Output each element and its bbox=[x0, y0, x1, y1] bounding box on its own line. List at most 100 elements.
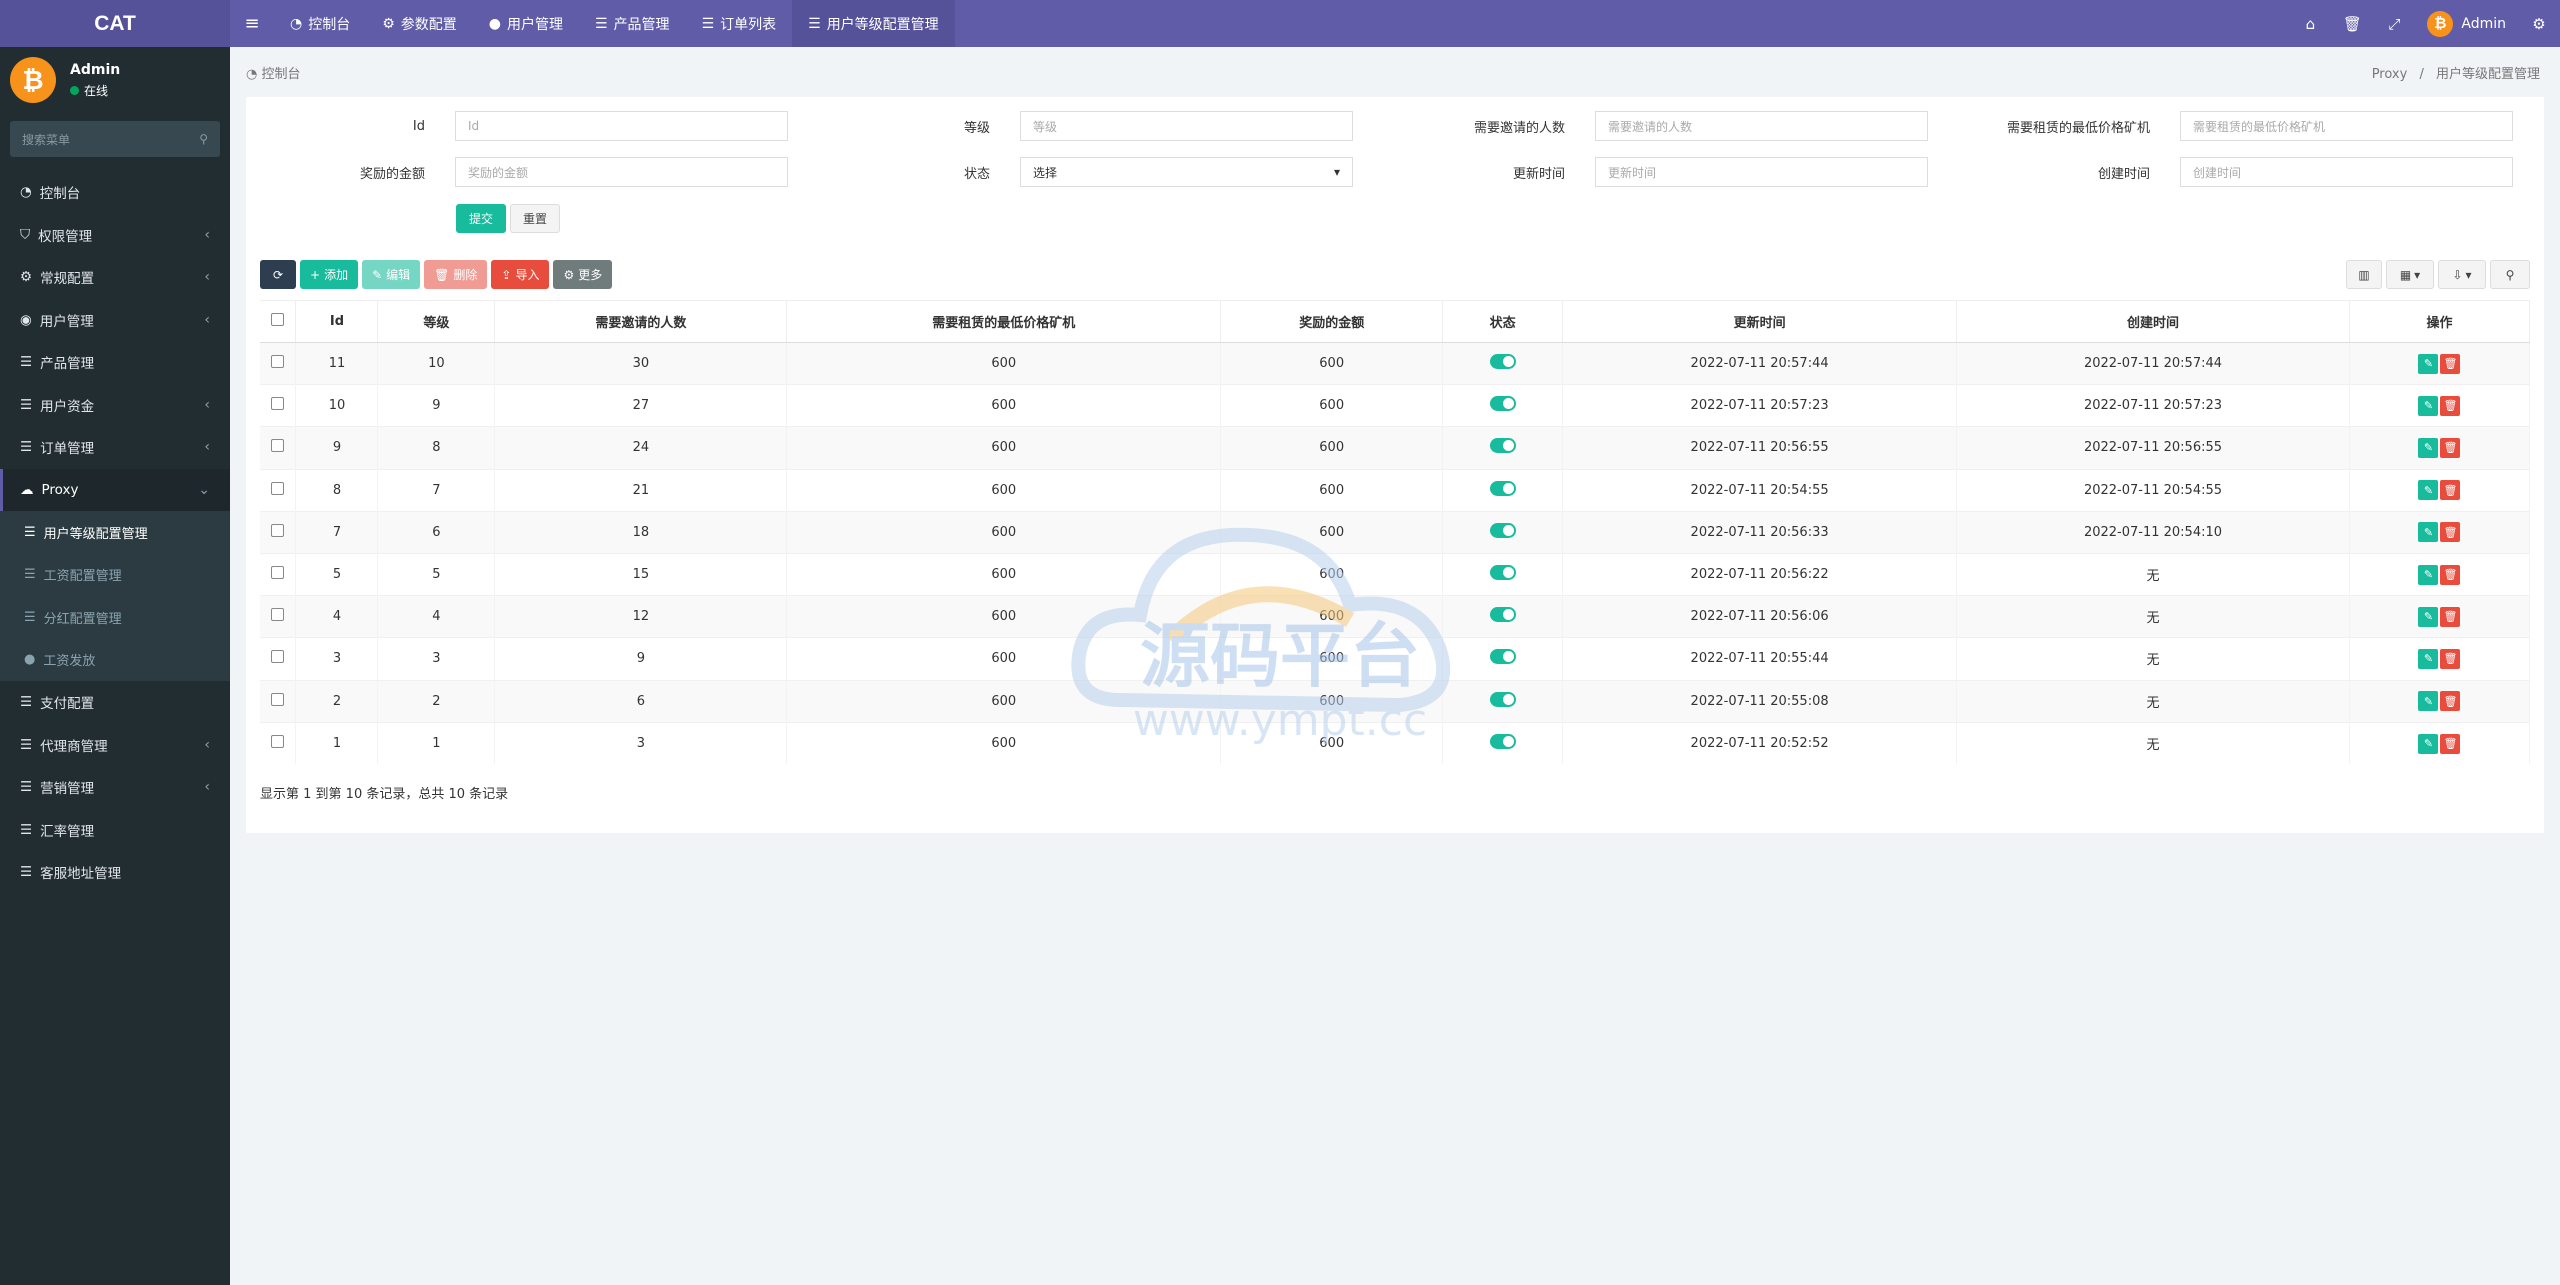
machine-input[interactable]: 需要租赁的最低价格矿机 bbox=[2180, 111, 2513, 141]
invite-input[interactable]: 需要邀请的人数 bbox=[1595, 111, 1928, 141]
status-toggle[interactable] bbox=[1489, 734, 1516, 750]
col-id[interactable]: Id bbox=[295, 300, 379, 343]
refresh-button[interactable]: ⟳ bbox=[260, 260, 296, 289]
sidebar-item-orders[interactable]: ☰ 订单管理 ‹ bbox=[0, 426, 230, 469]
col-reward[interactable]: 奖励的金额 bbox=[1220, 300, 1444, 343]
level-input[interactable]: 等级 bbox=[1020, 111, 1353, 141]
sidebar-item-dividend-config[interactable]: ☰ 分红配置管理 bbox=[0, 596, 230, 639]
sidebar-item-salary-payout[interactable]: ● 工资发放 bbox=[0, 639, 230, 682]
reset-button[interactable]: 重置 bbox=[510, 204, 560, 233]
sidebar-item-marketing[interactable]: ☰ 营销管理 ‹ bbox=[0, 766, 230, 809]
breadcrumb-proxy[interactable]: Proxy bbox=[2372, 67, 2408, 82]
menu-toggle-icon[interactable]: ≡ bbox=[230, 0, 274, 47]
status-toggle[interactable] bbox=[1489, 438, 1516, 454]
table-row[interactable]: 3 3 9 600 600 2022-07-11 20:55:44 无 ✎ 🗑 bbox=[260, 637, 2531, 680]
home-icon[interactable]: ⌂ bbox=[2289, 15, 2331, 33]
sidebar-item-user-level-config[interactable]: ☰ 用户等级配置管理 bbox=[0, 511, 230, 554]
row-checkbox[interactable] bbox=[271, 523, 285, 537]
row-checkbox[interactable] bbox=[271, 692, 285, 706]
created-time-input[interactable]: 创建时间 bbox=[2180, 157, 2513, 187]
tab-orders[interactable]: ☰ 订单列表 bbox=[686, 0, 793, 47]
sidebar-item-products[interactable]: ☰ 产品管理 bbox=[0, 341, 230, 384]
table-row[interactable]: 7 6 18 600 600 2022-07-11 20:56:33 2022-07-11 … bbox=[260, 510, 2531, 554]
row-edit-button[interactable]: ✎ bbox=[2418, 564, 2439, 585]
row-checkbox[interactable] bbox=[271, 439, 285, 453]
sidebar-item-payment[interactable]: ☰ 支付配置 bbox=[0, 681, 230, 724]
status-toggle[interactable] bbox=[1489, 396, 1516, 412]
row-checkbox[interactable] bbox=[271, 355, 285, 369]
sidebar-item-proxy[interactable]: ☁ Proxy ⌄ bbox=[0, 468, 230, 511]
row-checkbox[interactable] bbox=[271, 735, 285, 749]
row-delete-button[interactable]: 🗑 bbox=[2440, 395, 2461, 416]
row-delete-button[interactable]: 🗑 bbox=[2440, 606, 2461, 627]
row-edit-button[interactable]: ✎ bbox=[2418, 395, 2439, 416]
row-edit-button[interactable]: ✎ bbox=[2418, 437, 2439, 458]
sidebar-item-support-address[interactable]: ☰ 客服地址管理 bbox=[0, 851, 230, 894]
more-button[interactable]: ⚙ 更多 bbox=[553, 260, 613, 289]
brand-logo[interactable]: CAT bbox=[0, 0, 230, 47]
col-machine[interactable]: 需要租赁的最低价格矿机 bbox=[786, 300, 1222, 343]
trash-icon[interactable]: 🗑 bbox=[2331, 15, 2373, 33]
status-toggle[interactable] bbox=[1489, 607, 1516, 623]
col-invite[interactable]: 需要邀请的人数 bbox=[494, 300, 788, 343]
sidebar-item-users[interactable]: ◉ 用户管理 ‹ bbox=[0, 299, 230, 342]
row-checkbox[interactable] bbox=[271, 608, 285, 622]
fullscreen-icon[interactable]: ⤢ bbox=[2373, 15, 2415, 33]
table-row[interactable]: 5 5 15 600 600 2022-07-11 20:56:22 无 ✎ 🗑 bbox=[260, 552, 2531, 596]
submit-button[interactable]: 提交 bbox=[456, 204, 506, 233]
status-toggle[interactable] bbox=[1489, 480, 1516, 496]
row-edit-button[interactable]: ✎ bbox=[2418, 353, 2439, 374]
id-input[interactable]: Id bbox=[455, 111, 788, 141]
status-toggle[interactable] bbox=[1489, 565, 1516, 581]
table-row[interactable]: 4 4 12 600 600 2022-07-11 20:56:06 无 ✎ 🗑 bbox=[260, 595, 2531, 638]
row-delete-button[interactable]: 🗑 bbox=[2440, 648, 2461, 669]
gears-icon[interactable]: ⚙ bbox=[2518, 15, 2560, 33]
row-delete-button[interactable]: 🗑 bbox=[2440, 480, 2461, 501]
status-toggle[interactable] bbox=[1489, 649, 1516, 665]
user-menu[interactable]: ₿ Admin bbox=[2415, 10, 2518, 37]
sidebar-item-salary-config[interactable]: ☰ 工资配置管理 bbox=[0, 554, 230, 597]
status-select[interactable]: 选择 ▾ bbox=[1020, 157, 1353, 187]
breadcrumb-left[interactable]: ◔ 控制台 bbox=[246, 63, 301, 82]
row-edit-button[interactable]: ✎ bbox=[2418, 733, 2439, 754]
row-checkbox[interactable] bbox=[271, 566, 285, 580]
row-delete-button[interactable]: 🗑 bbox=[2440, 437, 2461, 458]
updated-time-input[interactable]: 更新时间 bbox=[1595, 157, 1928, 187]
sidebar-search-input[interactable]: 搜索菜单 ⚲ bbox=[10, 121, 220, 157]
row-checkbox[interactable] bbox=[271, 397, 285, 411]
table-row[interactable]: 2 2 6 600 600 2022-07-11 20:55:08 无 ✎ 🗑 bbox=[260, 679, 2531, 723]
sidebar-item-exchange-rate[interactable]: ☰ 汇率管理 bbox=[0, 809, 230, 852]
table-row[interactable]: 11 10 30 600 600 2022-07-11 20:57:44 2022-07-1… bbox=[260, 341, 2531, 385]
row-delete-button[interactable]: 🗑 bbox=[2440, 522, 2461, 543]
search-toggle-button[interactable]: ⚲ bbox=[2490, 260, 2530, 289]
sidebar-item-dashboard[interactable]: ◔ 控制台 bbox=[0, 171, 230, 214]
search-icon[interactable]: ⚲ bbox=[199, 132, 208, 146]
row-edit-button[interactable]: ✎ bbox=[2418, 691, 2439, 712]
col-status[interactable]: 状态 bbox=[1442, 300, 1564, 343]
import-button[interactable]: ⇪ 导入 bbox=[491, 260, 550, 289]
col-updated[interactable]: 更新时间 bbox=[1562, 300, 1958, 343]
row-edit-button[interactable]: ✎ bbox=[2418, 480, 2439, 501]
row-edit-button[interactable]: ✎ bbox=[2418, 522, 2439, 543]
table-row[interactable]: 1 1 3 600 600 2022-07-11 20:52:52 无 ✎ 🗑 bbox=[260, 721, 2531, 765]
reward-input[interactable]: 奖励的金额 bbox=[455, 157, 788, 187]
sidebar-item-agents[interactable]: ☰ 代理商管理 ‹ bbox=[0, 724, 230, 767]
col-level[interactable]: 等级 bbox=[377, 300, 496, 343]
sidebar-item-auth[interactable]: ⛉ 权限管理 ‹ bbox=[0, 214, 230, 257]
row-checkbox[interactable] bbox=[271, 481, 285, 495]
tab-params[interactable]: ⚙ 参数配置 bbox=[366, 0, 473, 47]
table-row[interactable]: 10 9 27 600 600 2022-07-11 20:57:23 2022-07-11… bbox=[260, 384, 2531, 427]
tab-users[interactable]: ● 用户管理 bbox=[473, 0, 579, 47]
col-created[interactable]: 创建时间 bbox=[1956, 300, 2350, 343]
table-row[interactable]: 8 7 21 600 600 2022-07-11 20:54:55 2022-07-11 … bbox=[260, 468, 2531, 512]
row-delete-button[interactable]: 🗑 bbox=[2440, 733, 2461, 754]
add-button[interactable]: + 添加 bbox=[300, 260, 359, 289]
sidebar-item-general[interactable]: ⚙ 常规配置 ‹ bbox=[0, 256, 230, 299]
status-toggle[interactable] bbox=[1489, 522, 1516, 538]
status-toggle[interactable] bbox=[1489, 354, 1516, 370]
delete-button[interactable]: 🗑 删除 bbox=[424, 260, 488, 289]
sidebar-item-funds[interactable]: ☰ 用户资金 ‹ bbox=[0, 384, 230, 427]
row-edit-button[interactable]: ✎ bbox=[2418, 606, 2439, 627]
row-delete-button[interactable]: 🗑 bbox=[2440, 691, 2461, 712]
tab-products[interactable]: ☰ 产品管理 bbox=[579, 0, 686, 47]
